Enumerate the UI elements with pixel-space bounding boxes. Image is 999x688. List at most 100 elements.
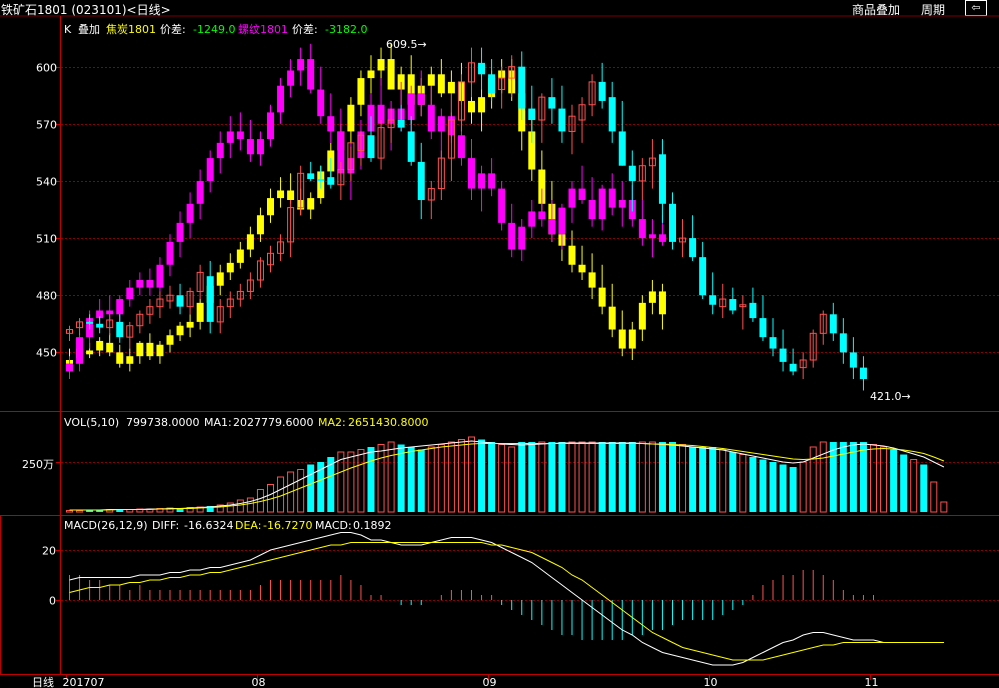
volume-bar bbox=[618, 442, 626, 512]
iron-ore-candle-body bbox=[839, 333, 847, 353]
rebar-candle-body bbox=[578, 188, 586, 200]
coke-candle-body bbox=[478, 97, 486, 113]
volume-bar bbox=[578, 441, 586, 513]
x-tick-label: 09 bbox=[483, 676, 497, 688]
iron-ore-candle-body bbox=[176, 295, 184, 307]
volume-bar bbox=[669, 442, 676, 512]
volume-bar bbox=[799, 461, 807, 513]
coke-candle-body bbox=[648, 291, 656, 303]
rebar-candle-body bbox=[508, 222, 516, 250]
macd-dea-value: -16.7270 bbox=[263, 519, 312, 532]
volume-bar bbox=[819, 441, 827, 513]
volume-bar bbox=[367, 447, 375, 512]
rebar-candle-body bbox=[66, 363, 73, 372]
rebar-candle-body bbox=[136, 280, 144, 288]
iron-ore-candle-body bbox=[618, 131, 626, 166]
macd-dea-line bbox=[69, 542, 944, 661]
coke-candle-body bbox=[658, 291, 666, 315]
coke-candle-body bbox=[618, 329, 626, 349]
volume-bar bbox=[870, 444, 877, 513]
x-tick-label: 201707 bbox=[63, 676, 105, 688]
iron-ore-candle-body bbox=[769, 337, 777, 349]
volume-bar bbox=[347, 451, 355, 513]
high-price-marker: 609.5→ bbox=[386, 38, 427, 51]
volume-bar bbox=[709, 447, 717, 512]
rebar-candle-body bbox=[407, 93, 415, 120]
rebar-candle-body bbox=[226, 131, 234, 143]
coke-candle-body bbox=[166, 335, 174, 345]
coke-candle-body bbox=[116, 352, 124, 364]
volume-bar bbox=[397, 444, 405, 512]
volume-bar bbox=[387, 441, 395, 513]
iron-ore-candle-body bbox=[608, 97, 616, 132]
coke-candle-body bbox=[638, 302, 646, 330]
volume-bar bbox=[739, 454, 747, 513]
vol-label: VOL(5,10) bbox=[64, 416, 119, 429]
iron-ore-candle-body bbox=[397, 120, 405, 128]
x-tick-label: 11 bbox=[865, 676, 879, 688]
vol-y-tick: 250万 bbox=[22, 458, 54, 471]
rebar-candle-body bbox=[256, 139, 264, 155]
rebar-candle-body bbox=[106, 310, 114, 315]
iron-ore-candle-body bbox=[367, 135, 375, 159]
rebar-candle-body bbox=[528, 211, 536, 227]
volume-bar bbox=[789, 467, 797, 512]
volume-bar bbox=[457, 439, 465, 513]
coke-candle-body bbox=[307, 198, 315, 210]
volume-bar bbox=[588, 441, 596, 513]
volume-bar bbox=[407, 447, 415, 512]
rebar-candle-body bbox=[196, 180, 204, 204]
volume-bar bbox=[76, 510, 84, 513]
iron-ore-candle-body bbox=[317, 179, 325, 181]
rebar-candle-body bbox=[287, 70, 295, 86]
price-tick-label: 540 bbox=[36, 176, 57, 189]
price-y-axis: 600 570 540 510 480 450 bbox=[36, 62, 57, 360]
volume-bar bbox=[859, 442, 867, 512]
iron-ore-candle-body bbox=[206, 276, 214, 322]
coke-candle-body bbox=[86, 350, 94, 355]
volume-bar bbox=[729, 452, 737, 512]
macd-dea-label: DEA: bbox=[235, 519, 261, 532]
iron-ore-candle-body bbox=[488, 74, 496, 94]
iron-ore-candle-body bbox=[829, 314, 837, 334]
rebar-candles bbox=[66, 43, 666, 380]
iron-ore-candle-body bbox=[598, 81, 606, 101]
rebar-candle-body bbox=[116, 299, 124, 315]
volume-bar bbox=[377, 444, 385, 513]
volume-bar bbox=[437, 444, 445, 513]
period-label: 日线 bbox=[32, 675, 54, 688]
iron-ore-candle-body bbox=[729, 299, 737, 311]
iron-ore-candle-body bbox=[307, 173, 315, 180]
coke-candle-body bbox=[347, 104, 355, 132]
coke-candle-body bbox=[608, 306, 616, 330]
volume-bar bbox=[658, 442, 666, 512]
volume-bar bbox=[498, 444, 506, 513]
series1-name: 焦炭1801 bbox=[106, 23, 156, 36]
coke-candle-body bbox=[146, 342, 154, 357]
volume-bar bbox=[749, 457, 757, 512]
volume-bar bbox=[66, 510, 73, 513]
series2-diff-label: 价差: bbox=[292, 22, 318, 36]
overlay-label: 叠加 bbox=[78, 23, 100, 36]
rebar-candle-body bbox=[548, 219, 556, 235]
rebar-candle-body bbox=[618, 200, 626, 208]
x-tick-label: 10 bbox=[704, 676, 718, 688]
volume-bar bbox=[719, 449, 727, 513]
coke-candle-body bbox=[267, 198, 274, 216]
volume-bar bbox=[880, 446, 888, 513]
coke-candle-body bbox=[437, 74, 445, 94]
iron-ore-candle-body bbox=[789, 363, 797, 372]
volume-bar bbox=[508, 446, 516, 513]
volume-bar bbox=[648, 441, 656, 513]
series2-diff-value: -3182.0 bbox=[325, 23, 367, 36]
coke-candle-body bbox=[136, 342, 144, 357]
coke-candle-body bbox=[156, 344, 164, 357]
volume-ma1-line bbox=[69, 440, 945, 511]
volume-bar bbox=[568, 441, 576, 513]
rebar-candle-body bbox=[648, 234, 656, 239]
chart-area: 600 570 540 510 480 450 K 叠加 焦炭1801 价差: -1249… bbox=[0, 15, 999, 688]
price-tick-label: 450 bbox=[36, 347, 57, 360]
rebar-candle-body bbox=[568, 188, 576, 208]
coke-candle-body bbox=[447, 81, 455, 94]
coke-candle-body bbox=[377, 59, 385, 71]
